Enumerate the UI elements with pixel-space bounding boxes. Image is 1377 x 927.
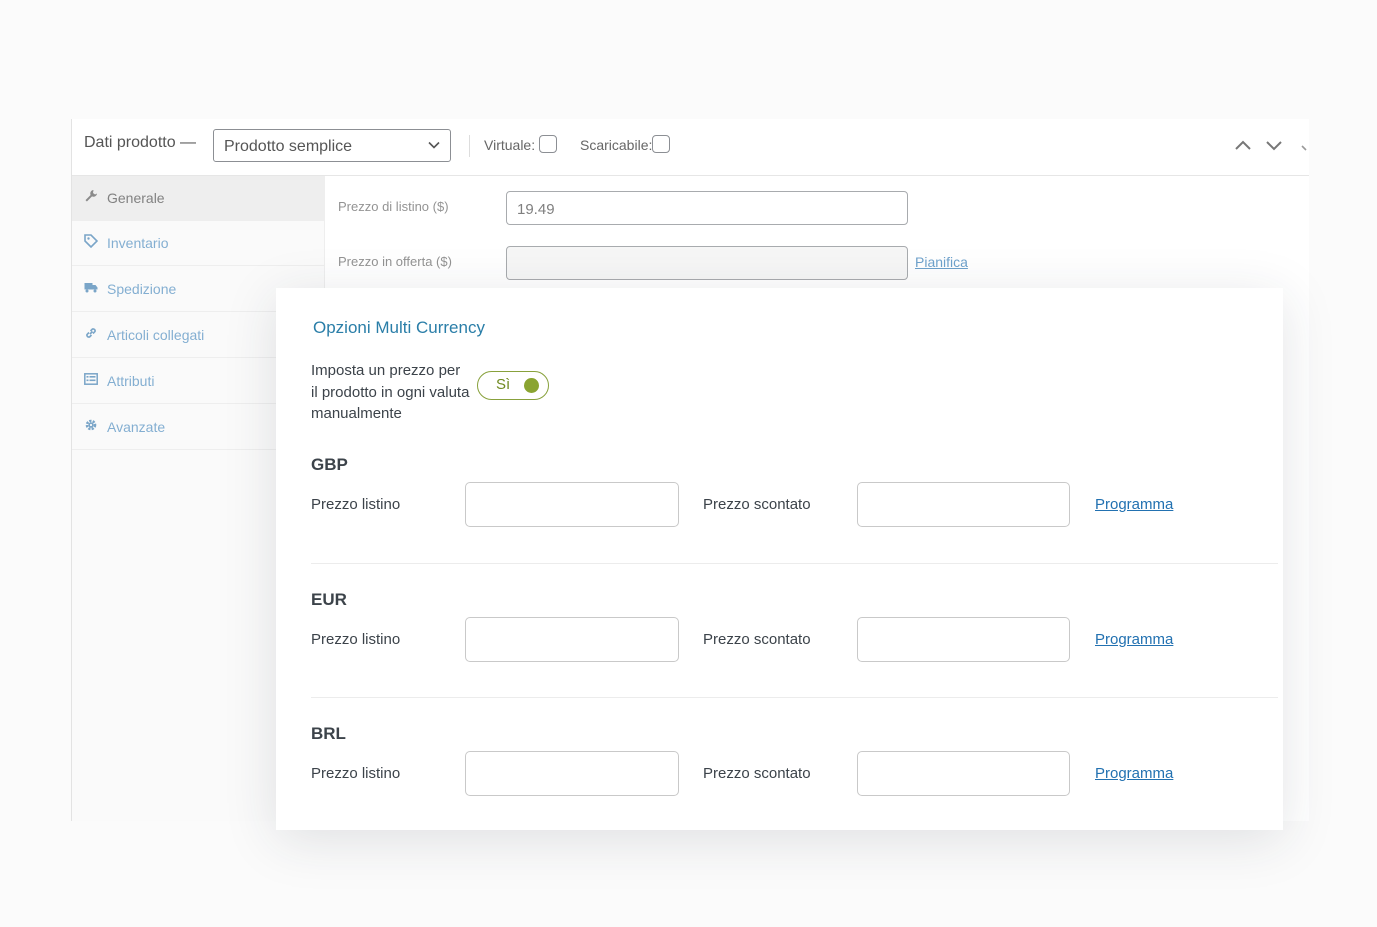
currency-divider <box>311 563 1278 564</box>
currency-code: GBP <box>311 455 348 474</box>
wrench-icon <box>85 190 97 202</box>
regular-price-label: Prezzo listino <box>311 765 401 782</box>
currency-code: EUR <box>311 590 347 609</box>
virtual-checkbox[interactable] <box>539 135 557 153</box>
multi-currency-title: Opzioni Multi Currency <box>313 318 485 337</box>
tab-label: Avanzate <box>107 419 166 435</box>
header-divider <box>469 135 470 157</box>
tab-label: Attributi <box>107 373 155 389</box>
tab-label: Articoli collegati <box>107 327 205 343</box>
truck-icon <box>84 283 98 293</box>
regular-price-label: Prezzo di listino ($) <box>338 199 449 214</box>
multi-currency-card: Opzioni Multi Currency Imposta un prezzo… <box>276 288 1283 830</box>
gbp-schedule-link[interactable]: Programma <box>1095 496 1173 513</box>
downloadable-checkbox[interactable] <box>652 135 670 153</box>
move-down-icon[interactable] <box>1264 137 1284 153</box>
product-data-title: Dati prodotto — <box>84 134 197 151</box>
sale-price-input[interactable] <box>506 246 908 280</box>
product-type-select[interactable]: Prodotto semplice <box>213 129 451 162</box>
tab-label: Generale <box>107 190 165 206</box>
chevron-down-icon <box>428 141 440 149</box>
tab-generale[interactable]: Generale <box>72 176 324 221</box>
gbp-regular-price-input[interactable] <box>465 482 679 527</box>
tab-label: Spedizione <box>107 281 177 297</box>
downloadable-label: Scaricabile: <box>580 137 653 153</box>
sale-price-label: Prezzo in offerta ($) <box>338 254 452 269</box>
tab-label: Inventario <box>107 235 169 251</box>
virtual-label: Virtuale: <box>484 137 536 153</box>
link-icon <box>86 328 96 338</box>
eur-sale-price-input[interactable] <box>857 617 1070 662</box>
eur-regular-price-input[interactable] <box>465 617 679 662</box>
brl-sale-price-input[interactable] <box>857 751 1070 796</box>
sale-price-label: Prezzo scontato <box>703 765 811 782</box>
brl-schedule-link[interactable]: Programma <box>1095 765 1173 782</box>
gbp-sale-price-input[interactable] <box>857 482 1070 527</box>
currency-divider <box>311 697 1278 698</box>
regular-price-input[interactable]: 19.49 <box>506 191 908 225</box>
currency-code: BRL <box>311 724 346 743</box>
product-type-value: Prodotto semplice <box>224 138 353 155</box>
schedule-sale-link[interactable]: Pianifica <box>915 254 968 270</box>
eur-schedule-link[interactable]: Programma <box>1095 631 1173 648</box>
sale-price-label: Prezzo scontato <box>703 496 811 513</box>
toggle-panel-icon[interactable] <box>1300 137 1308 153</box>
product-data-header: Dati prodotto — Prodotto semplice Virtua… <box>72 119 1309 176</box>
toggle-knob <box>524 378 539 393</box>
brl-regular-price-input[interactable] <box>465 751 679 796</box>
gear-icon <box>85 419 97 431</box>
toggle-label: Sì <box>496 376 511 393</box>
move-up-icon[interactable] <box>1233 137 1253 153</box>
sale-price-label: Prezzo scontato <box>703 631 811 648</box>
manual-price-label: Imposta un prezzo per il prodotto in ogn… <box>311 362 470 422</box>
tag-icon <box>84 234 98 248</box>
list-icon <box>84 373 98 385</box>
regular-price-label: Prezzo listino <box>311 496 401 513</box>
regular-price-label: Prezzo listino <box>311 631 401 648</box>
tab-inventario[interactable]: Inventario <box>72 221 324 266</box>
manual-price-toggle[interactable]: Sì <box>477 371 549 400</box>
